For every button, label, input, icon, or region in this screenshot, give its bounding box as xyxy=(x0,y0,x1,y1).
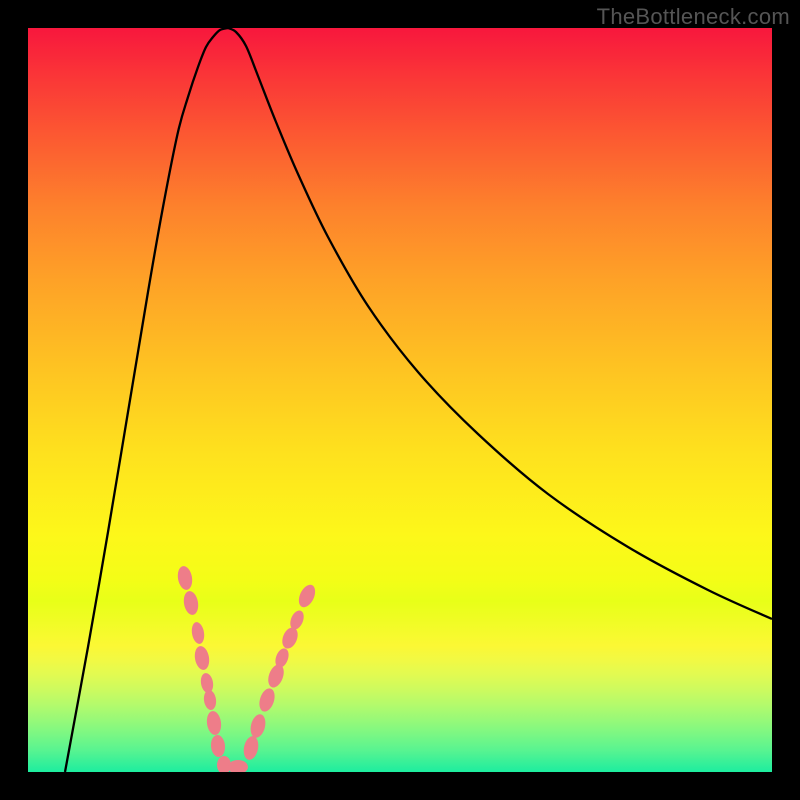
marker-point xyxy=(228,760,248,772)
marker-point xyxy=(193,645,211,671)
marker-point xyxy=(176,565,194,591)
marker-point xyxy=(265,662,286,689)
marker-point xyxy=(257,686,278,713)
marker-point xyxy=(279,625,300,651)
marker-point xyxy=(242,735,261,761)
marker-point xyxy=(248,713,267,740)
marker-cluster xyxy=(176,565,318,772)
chart-frame: TheBottleneck.com xyxy=(0,0,800,800)
bottleneck-curve xyxy=(65,28,772,772)
marker-point xyxy=(296,582,319,610)
marker-point xyxy=(190,621,206,645)
curve-layer xyxy=(28,28,772,772)
marker-point xyxy=(203,689,218,710)
plot-area xyxy=(28,28,772,772)
watermark-text: TheBottleneck.com xyxy=(597,4,790,30)
marker-point xyxy=(182,590,200,616)
curve-right-curve xyxy=(228,28,772,619)
marker-point xyxy=(210,734,226,757)
marker-point xyxy=(205,710,222,736)
marker-point xyxy=(199,672,214,694)
